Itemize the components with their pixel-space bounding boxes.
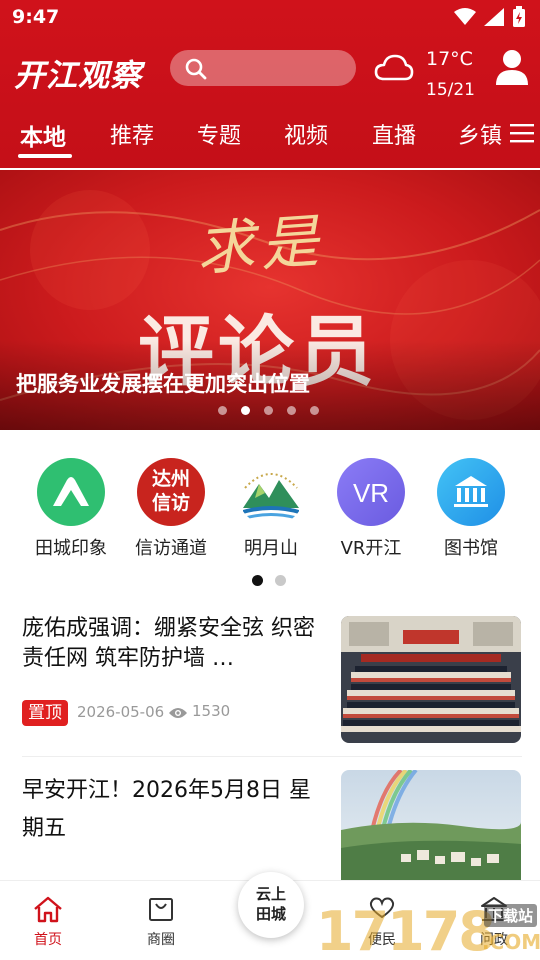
nav-business[interactable]: 商圈 <box>121 895 201 949</box>
nav-label: 商圈 <box>147 932 175 948</box>
watermark-number: 17178 <box>316 900 496 960</box>
vr-icon: VR <box>337 458 405 526</box>
news-item[interactable]: 早安开江！2026年5月8日 星期五 <box>0 766 540 880</box>
status-time: 9:47 <box>12 6 60 28</box>
quick-link-label: VR开江 <box>340 538 402 559</box>
quick-link-vr[interactable]: VR VR开江 <box>321 456 421 560</box>
xinfang-seal-icon: 达州 信访 <box>137 458 205 526</box>
banner-caption: 把服务业发展摆在更加突出位置 <box>16 372 310 396</box>
status-icons <box>454 6 526 28</box>
quick-link-label: 信访通道 <box>135 538 207 559</box>
quick-link-label: 田城印象 <box>35 538 107 559</box>
app-screen: 9:47 开江观察 17°C 15/21 本地 推荐 专题 视频 直播 乡镇 求… <box>0 0 540 960</box>
list-divider <box>22 756 522 757</box>
news-title: 庞佑成强调：绷紧安全弦 织密责任网 筑牢防护墙 … <box>22 616 315 671</box>
weather-temperature: 17°C <box>426 48 473 70</box>
tab-topics[interactable]: 专题 <box>197 118 241 150</box>
app-logo: 开江观察 <box>14 58 142 94</box>
carousel-dots <box>218 406 319 415</box>
nav-home[interactable]: 首页 <box>8 895 88 949</box>
quick-link-mingyueshan[interactable]: 明月山 <box>221 456 321 560</box>
quick-link-label: 明月山 <box>244 538 298 559</box>
seal-line: 达州 <box>151 468 190 490</box>
tab-towns[interactable]: 乡镇 <box>458 118 502 150</box>
center-button-line: 云上 <box>255 885 286 903</box>
center-button-line: 田城 <box>255 905 286 923</box>
header: 9:47 开江观察 17°C 15/21 本地 推荐 专题 视频 直播 乡镇 <box>0 0 540 168</box>
menu-icon[interactable] <box>510 122 534 144</box>
weather-range: 15/21 <box>426 80 475 100</box>
nav-label: 首页 <box>34 932 62 948</box>
signal-icon <box>484 8 504 26</box>
carousel-dot[interactable] <box>218 406 227 415</box>
cloud-icon <box>374 54 414 81</box>
tab-local[interactable]: 本地 <box>20 118 66 152</box>
carousel-dot[interactable] <box>310 406 319 415</box>
active-tab-indicator <box>18 154 72 158</box>
status-bar: 9:47 <box>0 0 540 36</box>
user-icon[interactable] <box>494 48 530 86</box>
banner-carousel[interactable]: 求是 评论员 把服务业发展摆在更加突出位置 <box>0 170 540 430</box>
watermark-suffix: 下载站 <box>484 904 538 927</box>
news-views: 1530 <box>192 702 231 720</box>
home-icon <box>34 896 62 923</box>
carousel-dot[interactable] <box>264 406 273 415</box>
site-watermark: 17178 下载站 .COM <box>316 900 540 960</box>
quick-link-label: 图书馆 <box>444 538 498 559</box>
cloud-city-button[interactable]: 云上 田城 <box>238 872 304 938</box>
tab-recommend[interactable]: 推荐 <box>110 118 154 150</box>
library-icon <box>437 458 505 526</box>
seal-line: 信访 <box>151 492 190 514</box>
news-date: 2026-05-06 <box>77 703 165 721</box>
mingyue-mountain-icon <box>237 458 305 526</box>
news-thumbnail <box>341 616 521 743</box>
search-icon <box>185 58 207 80</box>
news-thumbnail <box>341 770 521 880</box>
news-item[interactable]: 庞佑成强调：绷紧安全弦 织密责任网 筑牢防护墙 … 置顶 2026-05-06 … <box>0 612 540 756</box>
wifi-icon <box>454 8 476 25</box>
quick-link-library[interactable]: 图书馆 <box>421 456 521 560</box>
search-bar[interactable] <box>170 50 356 86</box>
quick-links: 田城印象 达州 信访 信访通道 明月山 VR VR开江 图书馆 <box>0 456 540 566</box>
vr-glyph: VR <box>352 478 390 508</box>
carousel-dot-active[interactable] <box>241 406 250 415</box>
news-title: 早安开江！2026年5月8日 星期五 <box>22 778 311 841</box>
eye-icon <box>169 708 187 718</box>
carousel-dot[interactable] <box>287 406 296 415</box>
quick-link-tiancheng[interactable]: 田城印象 <box>21 456 121 560</box>
watermark-domain: .COM <box>482 930 540 954</box>
pager-dot-active[interactable] <box>252 575 263 586</box>
pinned-badge: 置顶 <box>22 700 68 726</box>
pager-dot[interactable] <box>275 575 286 586</box>
shopping-bag-icon <box>149 898 173 921</box>
battery-charging-icon <box>513 6 525 27</box>
channel-tabs: 本地 推荐 专题 视频 直播 乡镇 <box>0 118 540 164</box>
tab-video[interactable]: 视频 <box>284 118 328 150</box>
quick-links-pager <box>252 575 286 586</box>
mountain-icon <box>37 458 105 526</box>
quick-link-xinfang[interactable]: 达州 信访 信访通道 <box>121 456 221 560</box>
tab-live[interactable]: 直播 <box>372 118 416 150</box>
banner-calligraphy: 求是 <box>194 206 327 284</box>
